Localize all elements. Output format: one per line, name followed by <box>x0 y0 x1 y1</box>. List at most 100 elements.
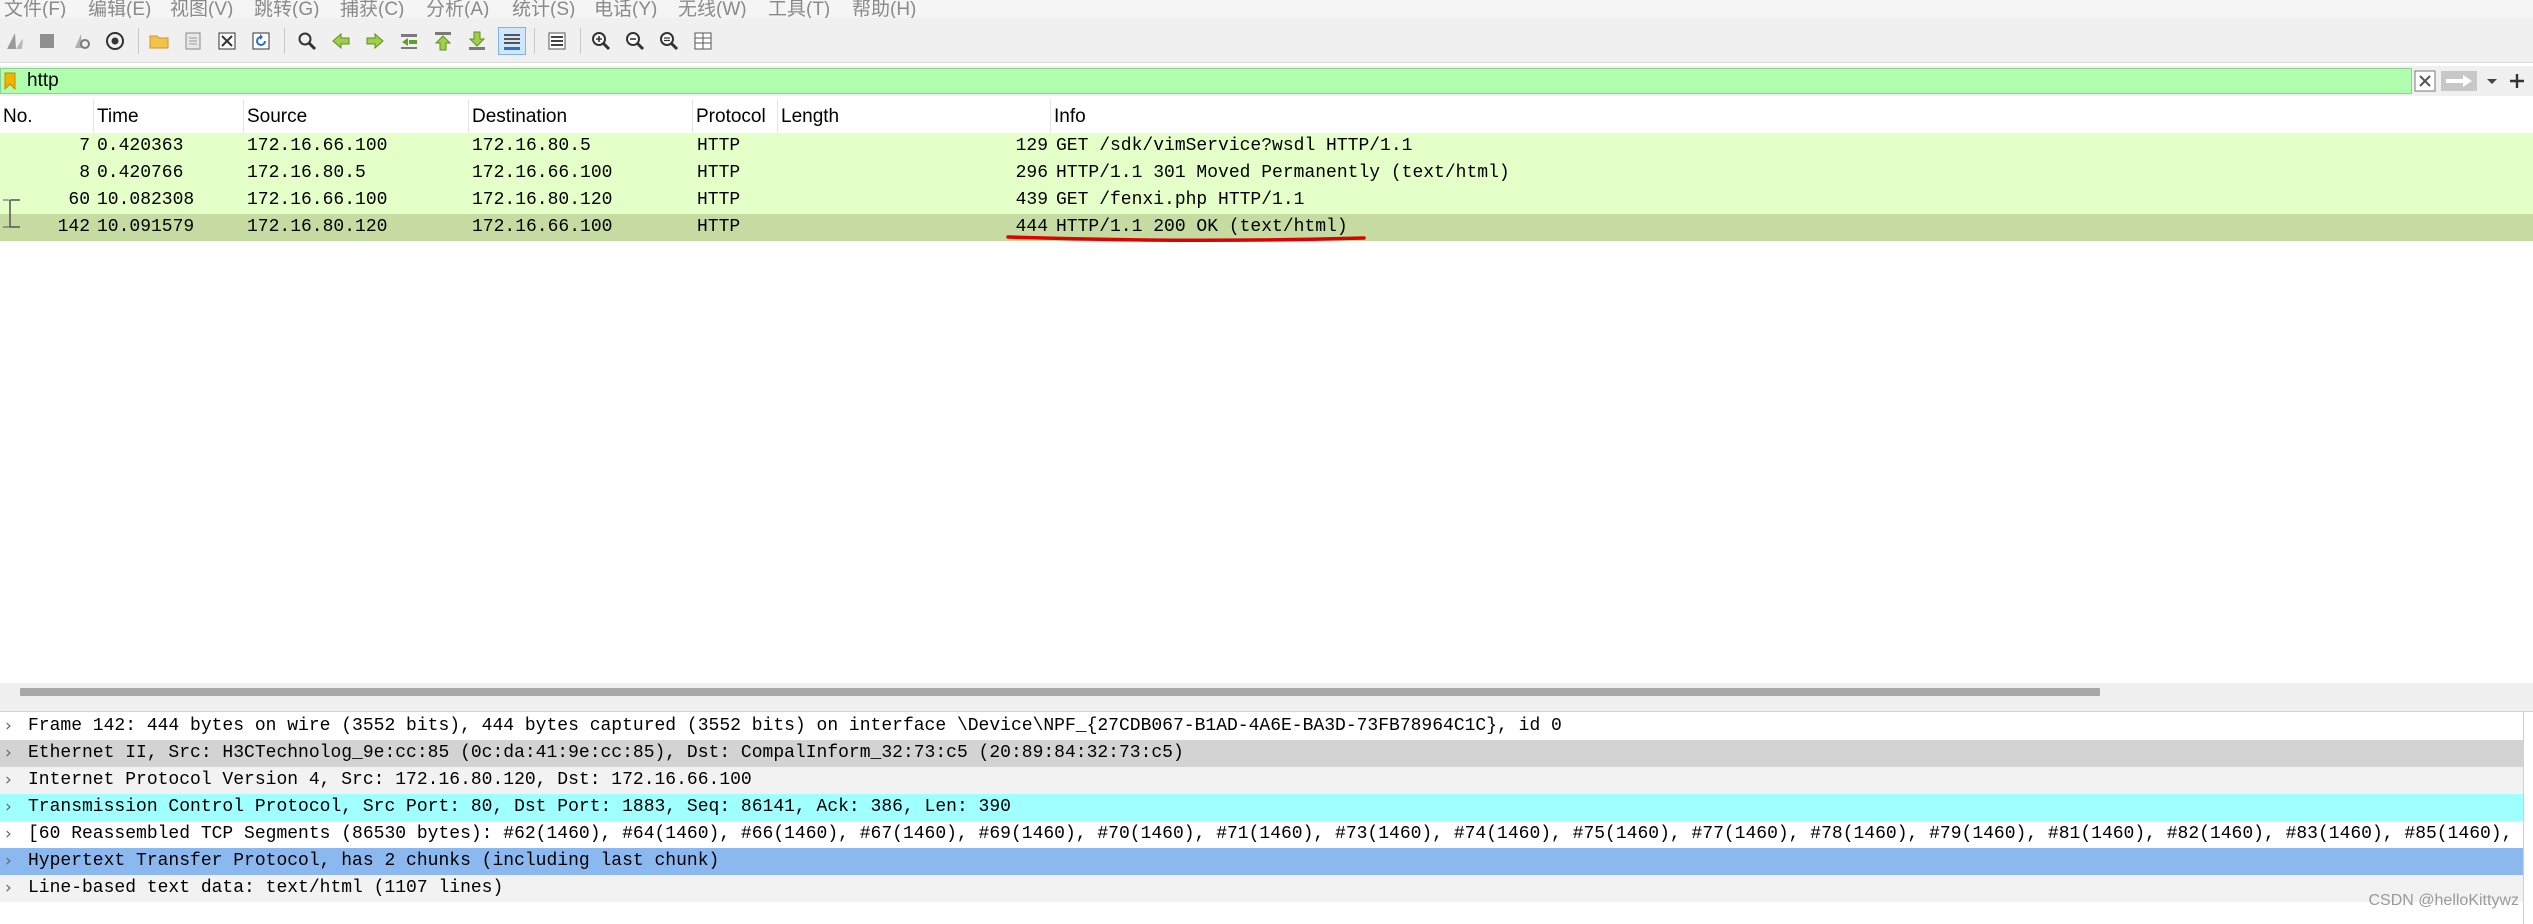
menu-help[interactable]: 帮助(H) <box>852 0 916 18</box>
stop-icon[interactable] <box>34 28 60 54</box>
menu-capture[interactable]: 捕获(C) <box>340 0 404 18</box>
close-file-icon[interactable] <box>214 28 240 54</box>
packet-protocol: HTTP <box>697 190 741 210</box>
menu-statistics[interactable]: 统计(S) <box>512 0 575 18</box>
chevron-right-icon[interactable]: › <box>5 875 21 902</box>
packet-no: 60 <box>68 190 90 210</box>
scrollbar-thumb[interactable] <box>20 688 2100 696</box>
column-header-no[interactable]: No. <box>0 100 94 134</box>
detail-text: Hypertext Transfer Protocol, has 2 chunk… <box>28 851 720 871</box>
packet-destination: 172.16.80.5 <box>472 136 591 156</box>
detail-row-frame[interactable]: › Frame 142: 444 bytes on wire (3552 bit… <box>0 713 2523 740</box>
packet-no: 142 <box>57 217 90 237</box>
packet-no: 8 <box>79 163 90 183</box>
packet-destination: 172.16.66.100 <box>472 163 613 183</box>
packet-list-horizontal-scrollbar[interactable] <box>0 683 2533 701</box>
menu-edit[interactable]: 编辑(E) <box>88 0 151 18</box>
menu-telephony[interactable]: 电话(Y) <box>594 0 657 18</box>
file-icon[interactable] <box>180 28 206 54</box>
open-folder-icon[interactable] <box>146 28 172 54</box>
menu-file[interactable]: 文件(F) <box>4 0 66 18</box>
toolbar-separator <box>284 28 285 54</box>
packet-time: 10.091579 <box>97 217 195 237</box>
pane-splitter[interactable] <box>0 701 2533 712</box>
menu-bar: 文件(F) 编辑(E) 视图(V) 跳转(G) 捕获(C) 分析(A) 统计(S… <box>0 0 2533 18</box>
column-header-protocol[interactable]: Protocol <box>693 100 778 134</box>
detail-row-tcp[interactable]: › Transmission Control Protocol, Src Por… <box>0 794 2523 821</box>
menu-analyze[interactable]: 分析(A) <box>426 0 489 18</box>
toolbar-separator <box>138 28 139 54</box>
detail-row-reassembled[interactable]: › [60 Reassembled TCP Segments (86530 by… <box>0 821 2523 848</box>
chevron-right-icon[interactable]: › <box>5 713 21 740</box>
menu-view[interactable]: 视图(V) <box>170 0 233 18</box>
zoom-normal-icon[interactable] <box>656 28 682 54</box>
column-header-source[interactable]: Source <box>244 100 469 134</box>
chevron-right-icon[interactable]: › <box>5 848 21 875</box>
packet-details-tree: › Frame 142: 444 bytes on wire (3552 bit… <box>0 712 2524 924</box>
packet-info: GET /fenxi.php HTTP/1.1 <box>1056 190 1305 210</box>
watermark: CSDN @helloKittywz <box>2368 892 2520 909</box>
chevron-down-icon[interactable] <box>2484 72 2500 90</box>
packet-row[interactable]: 7 0.420363 172.16.66.100 172.16.80.5 HTT… <box>0 133 2533 160</box>
toolbar-separator <box>580 28 581 54</box>
detail-row-ipv4[interactable]: › Internet Protocol Version 4, Src: 172.… <box>0 767 2523 794</box>
packet-info: GET /sdk/vimService?wsdl HTTP/1.1 <box>1056 136 1413 156</box>
restart-icon[interactable] <box>68 28 94 54</box>
chevron-right-icon[interactable]: › <box>5 821 21 848</box>
column-header-length[interactable]: Length <box>778 100 1051 134</box>
go-forward-icon[interactable] <box>362 28 388 54</box>
bookmark-icon[interactable] <box>4 72 16 90</box>
display-filter-bar <box>0 66 2533 96</box>
colorize-icon[interactable] <box>544 28 570 54</box>
chevron-right-icon[interactable]: › <box>5 740 21 767</box>
add-filter-button-icon[interactable] <box>2506 70 2528 92</box>
packet-time: 0.420363 <box>97 136 184 156</box>
detail-row-ethernet[interactable]: › Ethernet II, Src: H3CTechnolog_9e:cc:8… <box>0 740 2523 767</box>
packet-row[interactable]: 8 0.420766 172.16.80.5 172.16.66.100 HTT… <box>0 160 2533 187</box>
detail-text: Frame 142: 444 bytes on wire (3552 bits)… <box>28 716 1562 736</box>
detail-text: [60 Reassembled TCP Segments (86530 byte… <box>28 824 2523 844</box>
chevron-right-icon[interactable]: › <box>5 794 21 821</box>
column-header-destination[interactable]: Destination <box>469 100 693 134</box>
clear-filter-icon[interactable] <box>2414 70 2436 92</box>
chevron-right-icon[interactable]: › <box>5 767 21 794</box>
resize-columns-icon[interactable] <box>690 28 716 54</box>
menu-tools[interactable]: 工具(T) <box>768 0 830 18</box>
packet-protocol: HTTP <box>697 163 741 183</box>
apply-filter-arrow-icon[interactable] <box>2441 70 2477 92</box>
menu-go[interactable]: 跳转(G) <box>254 0 319 18</box>
packet-length: 439 <box>1015 190 1048 210</box>
reload-icon[interactable] <box>248 28 274 54</box>
go-last-icon[interactable] <box>464 28 490 54</box>
packet-row[interactable]: 60 10.082308 172.16.66.100 172.16.80.120… <box>0 187 2533 214</box>
search-icon[interactable] <box>294 28 320 54</box>
go-to-packet-icon[interactable] <box>396 28 422 54</box>
packet-length: 296 <box>1015 163 1048 183</box>
packet-list: No. Time Source Destination Protocol Len… <box>0 100 2533 680</box>
packet-destination: 172.16.66.100 <box>472 217 613 237</box>
packet-protocol: HTTP <box>697 136 741 156</box>
zoom-in-icon[interactable] <box>588 28 614 54</box>
column-header-time[interactable]: Time <box>94 100 244 134</box>
detail-text: Transmission Control Protocol, Src Port:… <box>28 797 1011 817</box>
packet-length: 129 <box>1015 136 1048 156</box>
detail-row-http[interactable]: › Hypertext Transfer Protocol, has 2 chu… <box>0 848 2523 875</box>
column-header-info[interactable]: Info <box>1051 100 2533 134</box>
packet-time: 10.082308 <box>97 190 195 210</box>
toolbar-separator <box>534 28 535 54</box>
shark-fin-start-icon[interactable] <box>2 28 28 54</box>
packet-protocol: HTTP <box>697 217 741 237</box>
detail-text: Ethernet II, Src: H3CTechnolog_9e:cc:85 … <box>28 743 1184 763</box>
zoom-out-icon[interactable] <box>622 28 648 54</box>
display-filter-input[interactable] <box>27 69 2407 93</box>
menu-wireless[interactable]: 无线(W) <box>678 0 747 18</box>
packet-source: 172.16.66.100 <box>247 190 388 210</box>
go-first-icon[interactable] <box>430 28 456 54</box>
packet-source: 172.16.80.120 <box>247 217 388 237</box>
detail-row-line-based[interactable]: › Line-based text data: text/html (1107 … <box>0 875 2523 902</box>
autoscroll-icon[interactable] <box>498 27 526 55</box>
red-annotation-underline <box>1006 235 1366 243</box>
display-filter-field[interactable] <box>0 68 2412 94</box>
go-back-icon[interactable] <box>328 28 354 54</box>
capture-options-icon[interactable] <box>102 28 128 54</box>
